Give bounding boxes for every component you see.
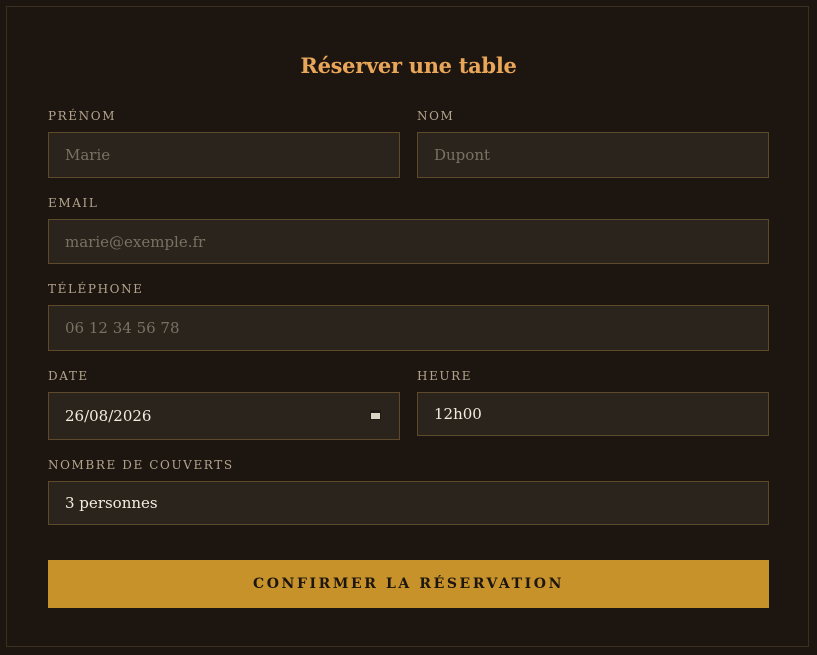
prenom-placeholder: Marie xyxy=(65,146,111,164)
telephone-label: TÉLÉPHONE xyxy=(48,282,144,296)
telephone-input[interactable]: 06 12 34 56 78 xyxy=(48,305,769,351)
date-value: 26/08/2026 xyxy=(65,407,152,425)
prenom-label: PRÉNOM xyxy=(48,109,117,123)
heure-value: 12h00 xyxy=(434,405,482,423)
couverts-label: NOMBRE DE COUVERTS xyxy=(48,458,234,472)
confirm-reservation-button[interactable]: CONFIRMER LA RÉSERVATION xyxy=(48,560,769,608)
date-label: DATE xyxy=(48,369,89,383)
nom-label: NOM xyxy=(417,109,455,123)
date-input[interactable]: 26/08/2026 xyxy=(48,392,400,440)
telephone-placeholder: 06 12 34 56 78 xyxy=(65,319,180,337)
email-placeholder: marie@exemple.fr xyxy=(65,232,206,251)
nom-input[interactable]: Dupont xyxy=(417,132,769,178)
heure-label: HEURE xyxy=(417,369,473,383)
reservation-form: Réserver une table PRÉNOM Marie NOM Dupo… xyxy=(6,6,809,647)
calendar-icon[interactable] xyxy=(370,410,381,420)
couverts-select[interactable]: 3 personnes xyxy=(48,481,769,525)
heure-select[interactable]: 12h00 xyxy=(417,392,769,436)
prenom-input[interactable]: Marie xyxy=(48,132,400,178)
form-title: Réserver une table xyxy=(300,53,517,78)
couverts-value: 3 personnes xyxy=(65,494,158,512)
email-label: EMAIL xyxy=(48,196,99,210)
email-input[interactable]: marie@exemple.fr xyxy=(48,219,769,264)
nom-placeholder: Dupont xyxy=(434,146,491,164)
